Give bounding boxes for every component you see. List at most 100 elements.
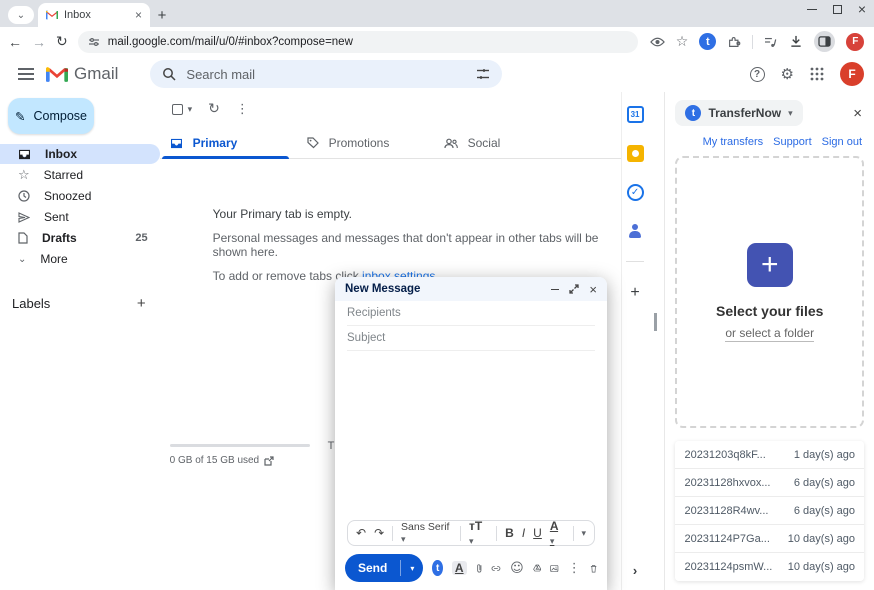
inbox-tabs: Primary Promotions Soc	[160, 128, 621, 159]
insert-emoji-icon[interactable]: ☺	[510, 561, 524, 576]
popout-compose-icon[interactable]	[569, 284, 579, 294]
help-icon[interactable]: ?	[750, 67, 765, 82]
empty-description: Personal messages and messages that don'…	[213, 231, 621, 259]
sign-out-link[interactable]: Sign out	[822, 136, 862, 148]
sidebar-item-sent[interactable]: Sent	[0, 207, 160, 227]
more-options-icon[interactable]: ⋮	[236, 101, 249, 117]
subject-field[interactable]	[347, 332, 595, 344]
forward-button[interactable]: →	[32, 34, 46, 50]
sidebar-item-inbox[interactable]: Inbox	[0, 144, 160, 164]
sidebar-item-starred[interactable]: ☆ Starred	[0, 165, 160, 185]
google-apps-icon[interactable]	[810, 67, 824, 81]
storage-meter: 0 GB of 15 GB used	[170, 444, 310, 466]
empty-state-message: Your Primary tab is empty. Personal mess…	[213, 207, 621, 283]
transfer-row[interactable]: 20231203q8kF... 1 day(s) ago	[675, 441, 864, 469]
select-folder-link[interactable]: or select a folder	[725, 326, 814, 342]
reading-mode-icon[interactable]	[650, 36, 665, 48]
insert-link-icon[interactable]	[491, 564, 501, 573]
bold-icon[interactable]: B	[505, 526, 514, 540]
toolbar-divider	[752, 35, 753, 49]
downloads-icon[interactable]	[789, 35, 803, 48]
text-color-icon[interactable]: A ▾	[550, 519, 565, 547]
panel-resize-handle[interactable]	[653, 313, 658, 331]
support-link[interactable]: Support	[773, 136, 812, 148]
side-panel-toggle-icon[interactable]	[814, 31, 835, 52]
file-dropzone[interactable]: + Select your files or select a folder	[675, 156, 864, 428]
get-addons-icon[interactable]: +	[630, 284, 639, 302]
search-icon[interactable]	[162, 67, 176, 81]
compose-actions: Send ▾ t A ☺	[335, 552, 607, 590]
transfernow-extension-icon[interactable]: t	[699, 33, 716, 50]
open-in-new-icon[interactable]	[264, 456, 274, 466]
transfer-row[interactable]: 20231124P7Ga... 10 day(s) ago	[675, 525, 864, 553]
new-tab-button[interactable]: +	[150, 3, 174, 27]
my-transfers-link[interactable]: My transfers	[703, 136, 764, 148]
send-options-icon[interactable]: ▾	[401, 564, 423, 573]
transfernow-attach-icon[interactable]: t	[432, 560, 443, 576]
bookmark-star-icon[interactable]: ☆	[676, 33, 689, 50]
chevron-down-icon: ⌄	[18, 254, 26, 265]
address-bar[interactable]: mail.google.com/mail/u/0/#inbox?compose=…	[78, 31, 638, 53]
close-panel-icon[interactable]: ×	[853, 105, 864, 122]
select-dropdown-icon[interactable]: ▾	[188, 104, 193, 115]
text-size-icon[interactable]: ᴛT ▾	[469, 519, 488, 547]
transfernow-app-selector[interactable]: t TransferNow ▾	[675, 100, 802, 126]
redo-icon[interactable]: ↷	[374, 526, 384, 540]
create-label-icon[interactable]: +	[137, 295, 146, 312]
site-settings-icon[interactable]	[88, 36, 100, 48]
window-minimize-button[interactable]	[807, 9, 817, 10]
tasks-icon[interactable]: ✓	[627, 184, 644, 201]
tab-social[interactable]: Social	[434, 128, 571, 158]
contacts-icon[interactable]	[627, 223, 643, 239]
undo-icon[interactable]: ↶	[356, 526, 366, 540]
insert-drive-icon[interactable]	[533, 562, 542, 574]
gmail-favicon	[46, 10, 58, 20]
transfer-row[interactable]: 20231128R4wv... 6 day(s) ago	[675, 497, 864, 525]
tab-search-button[interactable]: ⌄	[8, 6, 34, 24]
reload-button[interactable]: ↻	[56, 34, 68, 50]
message-body-field[interactable]	[335, 351, 607, 520]
back-button[interactable]: ←	[8, 34, 22, 50]
tab-close-icon[interactable]: ×	[135, 8, 142, 22]
refresh-icon[interactable]: ↻	[208, 101, 220, 117]
extensions-puzzle-icon[interactable]	[727, 35, 741, 49]
gmail-account-avatar[interactable]: F	[840, 62, 864, 86]
more-send-options-icon[interactable]: ⋮	[568, 560, 581, 576]
keep-icon[interactable]	[627, 145, 644, 162]
send-button[interactable]: Send ▾	[345, 554, 423, 582]
sidebar-item-snoozed[interactable]: Snoozed	[0, 186, 160, 206]
font-selector[interactable]: Sans Serif ▾	[401, 521, 452, 545]
formatting-options-icon[interactable]: A	[452, 561, 467, 575]
more-formatting-icon[interactable]: ▾	[581, 528, 586, 539]
search-filter-icon[interactable]	[476, 68, 490, 80]
minimize-compose-icon[interactable]	[551, 289, 559, 290]
browser-tab[interactable]: Inbox ×	[38, 3, 150, 27]
recipients-field[interactable]	[347, 307, 595, 319]
search-placeholder: Search mail	[186, 67, 255, 82]
insert-image-icon[interactable]	[550, 563, 559, 574]
window-maximize-button[interactable]	[833, 5, 842, 14]
tab-primary[interactable]: Primary	[160, 128, 297, 158]
window-close-button[interactable]: ×	[858, 4, 866, 14]
close-compose-icon[interactable]: ×	[589, 282, 597, 297]
transfer-row[interactable]: 20231128hxvox... 6 day(s) ago	[675, 469, 864, 497]
media-controls-icon[interactable]	[764, 36, 778, 48]
search-input[interactable]: Search mail	[150, 60, 502, 88]
settings-gear-icon[interactable]: ⚙	[781, 65, 794, 83]
select-all-checkbox[interactable]	[172, 104, 183, 115]
italic-icon[interactable]: I	[522, 526, 525, 540]
calendar-icon[interactable]: 31	[627, 106, 644, 123]
browser-profile-avatar[interactable]: F	[846, 33, 864, 51]
underline-icon[interactable]: U	[533, 526, 542, 540]
compose-header[interactable]: New Message ×	[335, 277, 607, 301]
main-menu-icon[interactable]	[18, 68, 34, 80]
transfer-row[interactable]: 20231124psmW... 10 day(s) ago	[675, 553, 864, 581]
sidebar-item-drafts[interactable]: Drafts 25	[0, 228, 160, 248]
add-files-button[interactable]: +	[747, 243, 793, 287]
discard-draft-icon[interactable]	[590, 562, 597, 575]
tab-promotions[interactable]: Promotions	[297, 128, 434, 158]
hide-side-panel-icon[interactable]: ›	[633, 563, 637, 578]
compose-button[interactable]: ✎ Compose	[8, 98, 94, 134]
sidebar-item-more[interactable]: ⌄ More	[0, 249, 160, 269]
attach-file-icon[interactable]	[476, 561, 483, 576]
